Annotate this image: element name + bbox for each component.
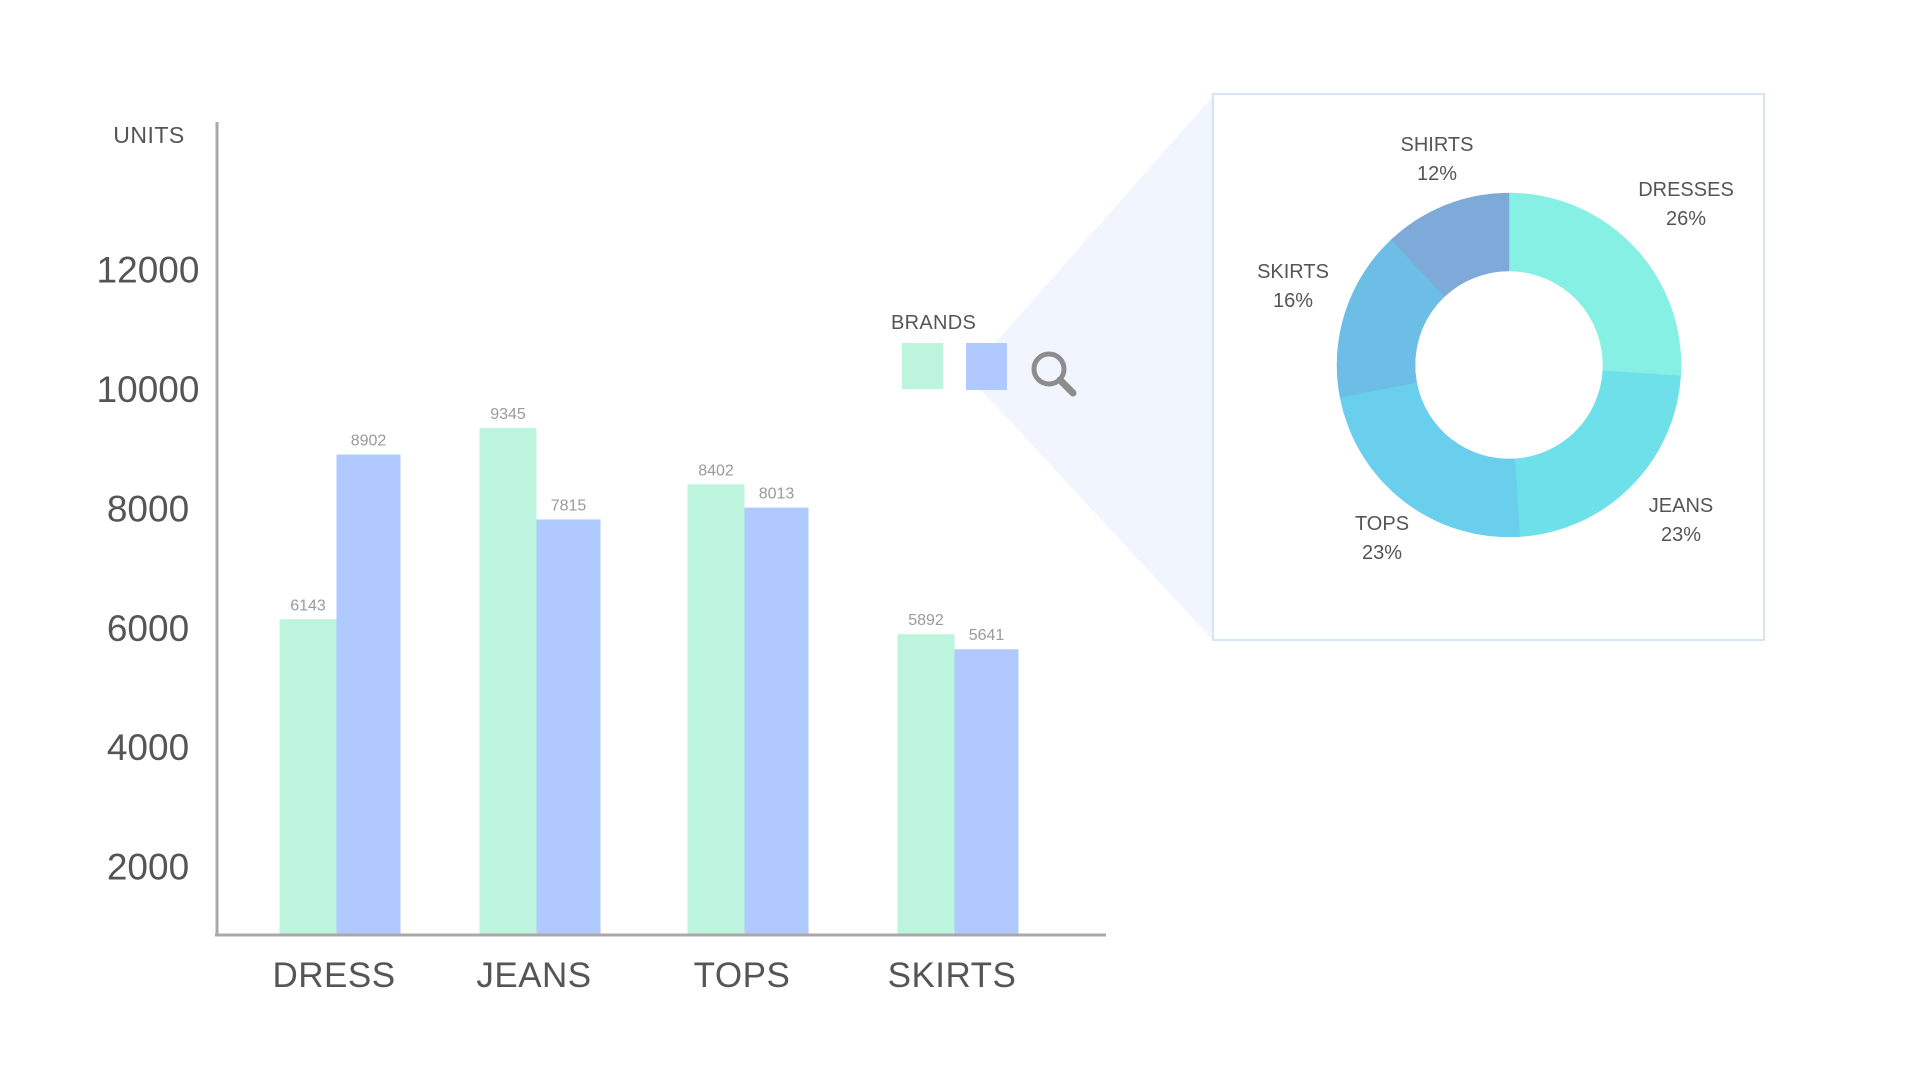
bar-value-label: 8902 bbox=[351, 433, 387, 450]
y-tick-label: 4000 bbox=[107, 727, 189, 768]
legend-swatch-series-2 bbox=[966, 343, 1007, 390]
x-tick-label: TOPS bbox=[694, 956, 791, 995]
bars bbox=[279, 428, 1019, 935]
bar-chart: UNITS 2000 4000 6000 8000 10000 12000 6143 890… bbox=[97, 122, 1106, 995]
legend-swatch-series-1 bbox=[902, 343, 943, 389]
y-tick-label: 6000 bbox=[107, 608, 189, 649]
y-axis-title: UNITS bbox=[113, 122, 185, 148]
y-axis-ticks: 2000 4000 6000 8000 10000 12000 bbox=[97, 250, 200, 888]
bar-value-label: 5892 bbox=[908, 612, 944, 629]
bar-tops-series-1 bbox=[687, 484, 745, 935]
y-tick-label: 8000 bbox=[107, 488, 189, 529]
bar-skirts-series-1 bbox=[897, 634, 955, 935]
donut-label-percent: 26% bbox=[1666, 208, 1706, 230]
bar-jeans-series-2 bbox=[536, 519, 601, 935]
x-axis-ticks: DRESS JEANS TOPS SKIRTS bbox=[272, 956, 1017, 995]
donut-label-name: DRESSES bbox=[1638, 179, 1734, 201]
bar-jeans-series-1 bbox=[479, 428, 537, 935]
bar-value-label: 6143 bbox=[290, 597, 326, 614]
donut-label-name: TOPS bbox=[1355, 513, 1409, 535]
donut-label-percent: 16% bbox=[1273, 290, 1313, 312]
bar-skirts-series-2 bbox=[954, 649, 1019, 935]
chart-canvas: UNITS 2000 4000 6000 8000 10000 12000 6143 890… bbox=[97, 93, 1765, 995]
donut-label-name: SHIRTS bbox=[1401, 134, 1474, 156]
bar-value-label: 7815 bbox=[551, 497, 587, 514]
x-tick-label: SKIRTS bbox=[888, 956, 1017, 995]
bar-tops-series-2 bbox=[744, 507, 809, 935]
donut-label-name: JEANS bbox=[1649, 495, 1713, 517]
donut-label-percent: 12% bbox=[1417, 163, 1457, 185]
bar-value-label: 8013 bbox=[759, 486, 795, 503]
donut-label-name: SKIRTS bbox=[1257, 261, 1329, 283]
legend-title: BRANDS bbox=[891, 312, 976, 334]
bar-value-label: 8402 bbox=[698, 462, 734, 479]
x-tick-label: JEANS bbox=[476, 956, 591, 995]
bar-value-label: 5641 bbox=[969, 627, 1005, 644]
x-tick-label: DRESS bbox=[272, 956, 395, 995]
y-tick-label: 2000 bbox=[107, 847, 189, 888]
y-tick-label: 10000 bbox=[97, 369, 200, 410]
donut-label-percent: 23% bbox=[1362, 542, 1402, 564]
bar-dress-series-2 bbox=[336, 454, 401, 935]
bar-dress-series-1 bbox=[279, 619, 337, 935]
donut-panel bbox=[1212, 93, 1765, 641]
bar-value-label: 9345 bbox=[490, 406, 526, 423]
y-tick-label: 12000 bbox=[97, 250, 200, 291]
donut-label-percent: 23% bbox=[1661, 524, 1701, 546]
